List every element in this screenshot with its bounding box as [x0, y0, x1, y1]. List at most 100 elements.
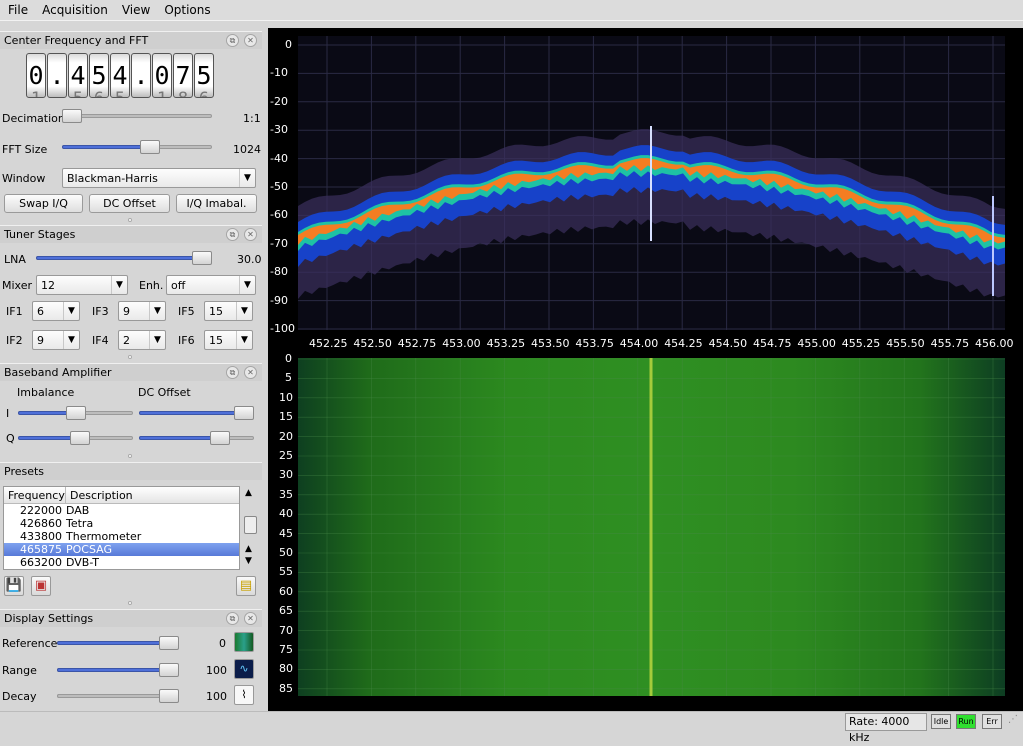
- wf-y-tick: 80: [279, 662, 293, 676]
- i-imbalance-slider[interactable]: [18, 406, 133, 420]
- window-label: Window: [2, 172, 46, 185]
- reference-slider[interactable]: [57, 636, 179, 650]
- peak-hold-icon[interactable]: ⌇: [234, 685, 254, 705]
- freq-digit[interactable]: 56: [194, 53, 214, 98]
- preset-row[interactable]: 433800 Thermometer: [4, 530, 239, 543]
- float-icon[interactable]: ⧉: [226, 366, 239, 379]
- if3-select[interactable]: 9 ▼: [118, 301, 166, 321]
- scroll-down-icon[interactable]: ▼: [245, 556, 252, 566]
- if6-select[interactable]: 15 ▼: [204, 330, 253, 350]
- freq-digit[interactable]: 01: [152, 53, 172, 98]
- freq-digit[interactable]: 56: [89, 53, 109, 98]
- panel-title-text: Tuner Stages: [4, 228, 76, 241]
- presets-scrollbar[interactable]: ▲ ▲ ▼: [242, 486, 258, 570]
- scroll-thumb[interactable]: [244, 516, 257, 534]
- if2-label: IF2: [6, 334, 23, 347]
- chevron-down-icon: ▼: [63, 302, 79, 320]
- delete-icon[interactable]: ▣: [31, 576, 51, 596]
- i-dc-offset-slider[interactable]: [139, 406, 254, 420]
- wf-y-tick: 35: [279, 487, 293, 501]
- freq-digit[interactable]: .: [47, 53, 67, 98]
- wf-y-tick: 30: [279, 468, 293, 482]
- preset-row[interactable]: 663200 DVB-T: [4, 556, 239, 569]
- wf-y-tick: 5: [285, 371, 292, 385]
- splitter-handle[interactable]: [128, 454, 132, 458]
- dc-offset-button[interactable]: DC Offset: [89, 194, 170, 213]
- range-slider[interactable]: [57, 663, 179, 677]
- menu-view[interactable]: View: [116, 3, 156, 17]
- lna-slider[interactable]: [36, 251, 212, 265]
- close-icon[interactable]: ✕: [244, 612, 257, 625]
- idle-indicator: Idle: [931, 714, 951, 729]
- q-imbalance-slider[interactable]: [18, 431, 133, 445]
- panel-title-center-frequency: Center Frequency and FFT ⧉ ✕: [0, 31, 262, 49]
- fft-y-tick: 0: [285, 38, 292, 51]
- frequency-digits[interactable]: 01 . 45 56 45 . 01 78 56: [26, 53, 234, 98]
- wf-y-tick: 40: [279, 507, 293, 521]
- preset-row[interactable]: 222000 DAB: [4, 504, 239, 517]
- reference-label: Reference: [2, 637, 58, 650]
- menu-bar: File Acquisition View Options: [0, 0, 1023, 20]
- menu-options[interactable]: Options: [158, 3, 216, 17]
- decay-label: Decay: [2, 690, 37, 703]
- col-frequency[interactable]: Frequency: [4, 487, 66, 503]
- preset-row-selected[interactable]: 465875 POCSAG: [4, 543, 239, 556]
- decay-slider[interactable]: [57, 689, 179, 703]
- presets-table[interactable]: Frequency Description 222000 DAB 426860 Te…: [3, 486, 240, 570]
- fft-y-tick: -50: [270, 180, 288, 193]
- q-dc-offset-slider[interactable]: [139, 431, 254, 445]
- if2-select[interactable]: 9 ▼: [32, 330, 80, 350]
- mixer-label: Mixer: [2, 279, 33, 292]
- lna-value: 30.0: [237, 253, 262, 266]
- splitter-handle[interactable]: [128, 218, 132, 222]
- scroll-up-icon[interactable]: ▲: [245, 488, 252, 498]
- close-icon[interactable]: ✕: [244, 34, 257, 47]
- save-icon[interactable]: 💾: [4, 576, 24, 596]
- menu-acquisition[interactable]: Acquisition: [36, 3, 114, 17]
- scroll-up-icon[interactable]: ▲: [245, 544, 252, 554]
- window-select[interactable]: Blackman-Harris ▼: [62, 168, 256, 188]
- spectrum-icon[interactable]: ∿: [234, 659, 254, 679]
- enh-select[interactable]: off ▼: [166, 275, 256, 295]
- close-icon[interactable]: ✕: [244, 228, 257, 241]
- fft-x-tick: 455.50: [886, 337, 925, 350]
- freq-digit[interactable]: .: [131, 53, 151, 98]
- waterfall-grid: [298, 358, 1005, 696]
- preset-row[interactable]: 426860 Tetra: [4, 517, 239, 530]
- fft-plot[interactable]: [298, 36, 1005, 330]
- decimation-slider[interactable]: [62, 109, 212, 123]
- resize-grip-icon[interactable]: ⋰: [1008, 714, 1020, 730]
- fft-size-label: FFT Size: [2, 143, 48, 156]
- folder-icon[interactable]: ▤: [236, 576, 256, 596]
- float-icon[interactable]: ⧉: [226, 612, 239, 625]
- swap-iq-button[interactable]: Swap I/Q: [4, 194, 83, 213]
- wf-y-tick: 70: [279, 623, 293, 637]
- waterfall-plot[interactable]: [298, 358, 1005, 696]
- enh-label: Enh.: [139, 279, 164, 292]
- iq-imbalance-button[interactable]: I/Q Imabal.: [176, 194, 257, 213]
- if1-label: IF1: [6, 305, 23, 318]
- float-icon[interactable]: ⧉: [226, 228, 239, 241]
- freq-digit[interactable]: 45: [68, 53, 88, 98]
- float-icon[interactable]: ⧉: [226, 34, 239, 47]
- if5-select[interactable]: 15 ▼: [204, 301, 253, 321]
- fft-size-slider[interactable]: [62, 140, 212, 154]
- fft-x-tick: 455.25: [841, 337, 881, 350]
- decimation-value: 1:1: [243, 112, 261, 125]
- freq-digit[interactable]: 45: [110, 53, 130, 98]
- fft-size-value: 1024: [233, 143, 261, 156]
- mixer-select[interactable]: 12 ▼: [36, 275, 128, 295]
- close-icon[interactable]: ✕: [244, 366, 257, 379]
- freq-digit[interactable]: 01: [26, 53, 46, 98]
- fft-y-tick: -30: [270, 123, 288, 137]
- fft-x-tick: 454.00: [619, 337, 659, 350]
- col-description[interactable]: Description: [66, 487, 137, 503]
- splitter-handle[interactable]: [128, 601, 132, 605]
- freq-digit[interactable]: 78: [173, 53, 193, 98]
- splitter-handle[interactable]: [128, 355, 132, 359]
- if4-select[interactable]: 2 ▼: [118, 330, 166, 350]
- waterfall-icon[interactable]: [234, 632, 254, 652]
- if1-select[interactable]: 6 ▼: [32, 301, 80, 321]
- if4-label: IF4: [92, 334, 109, 347]
- menu-file[interactable]: File: [2, 3, 34, 17]
